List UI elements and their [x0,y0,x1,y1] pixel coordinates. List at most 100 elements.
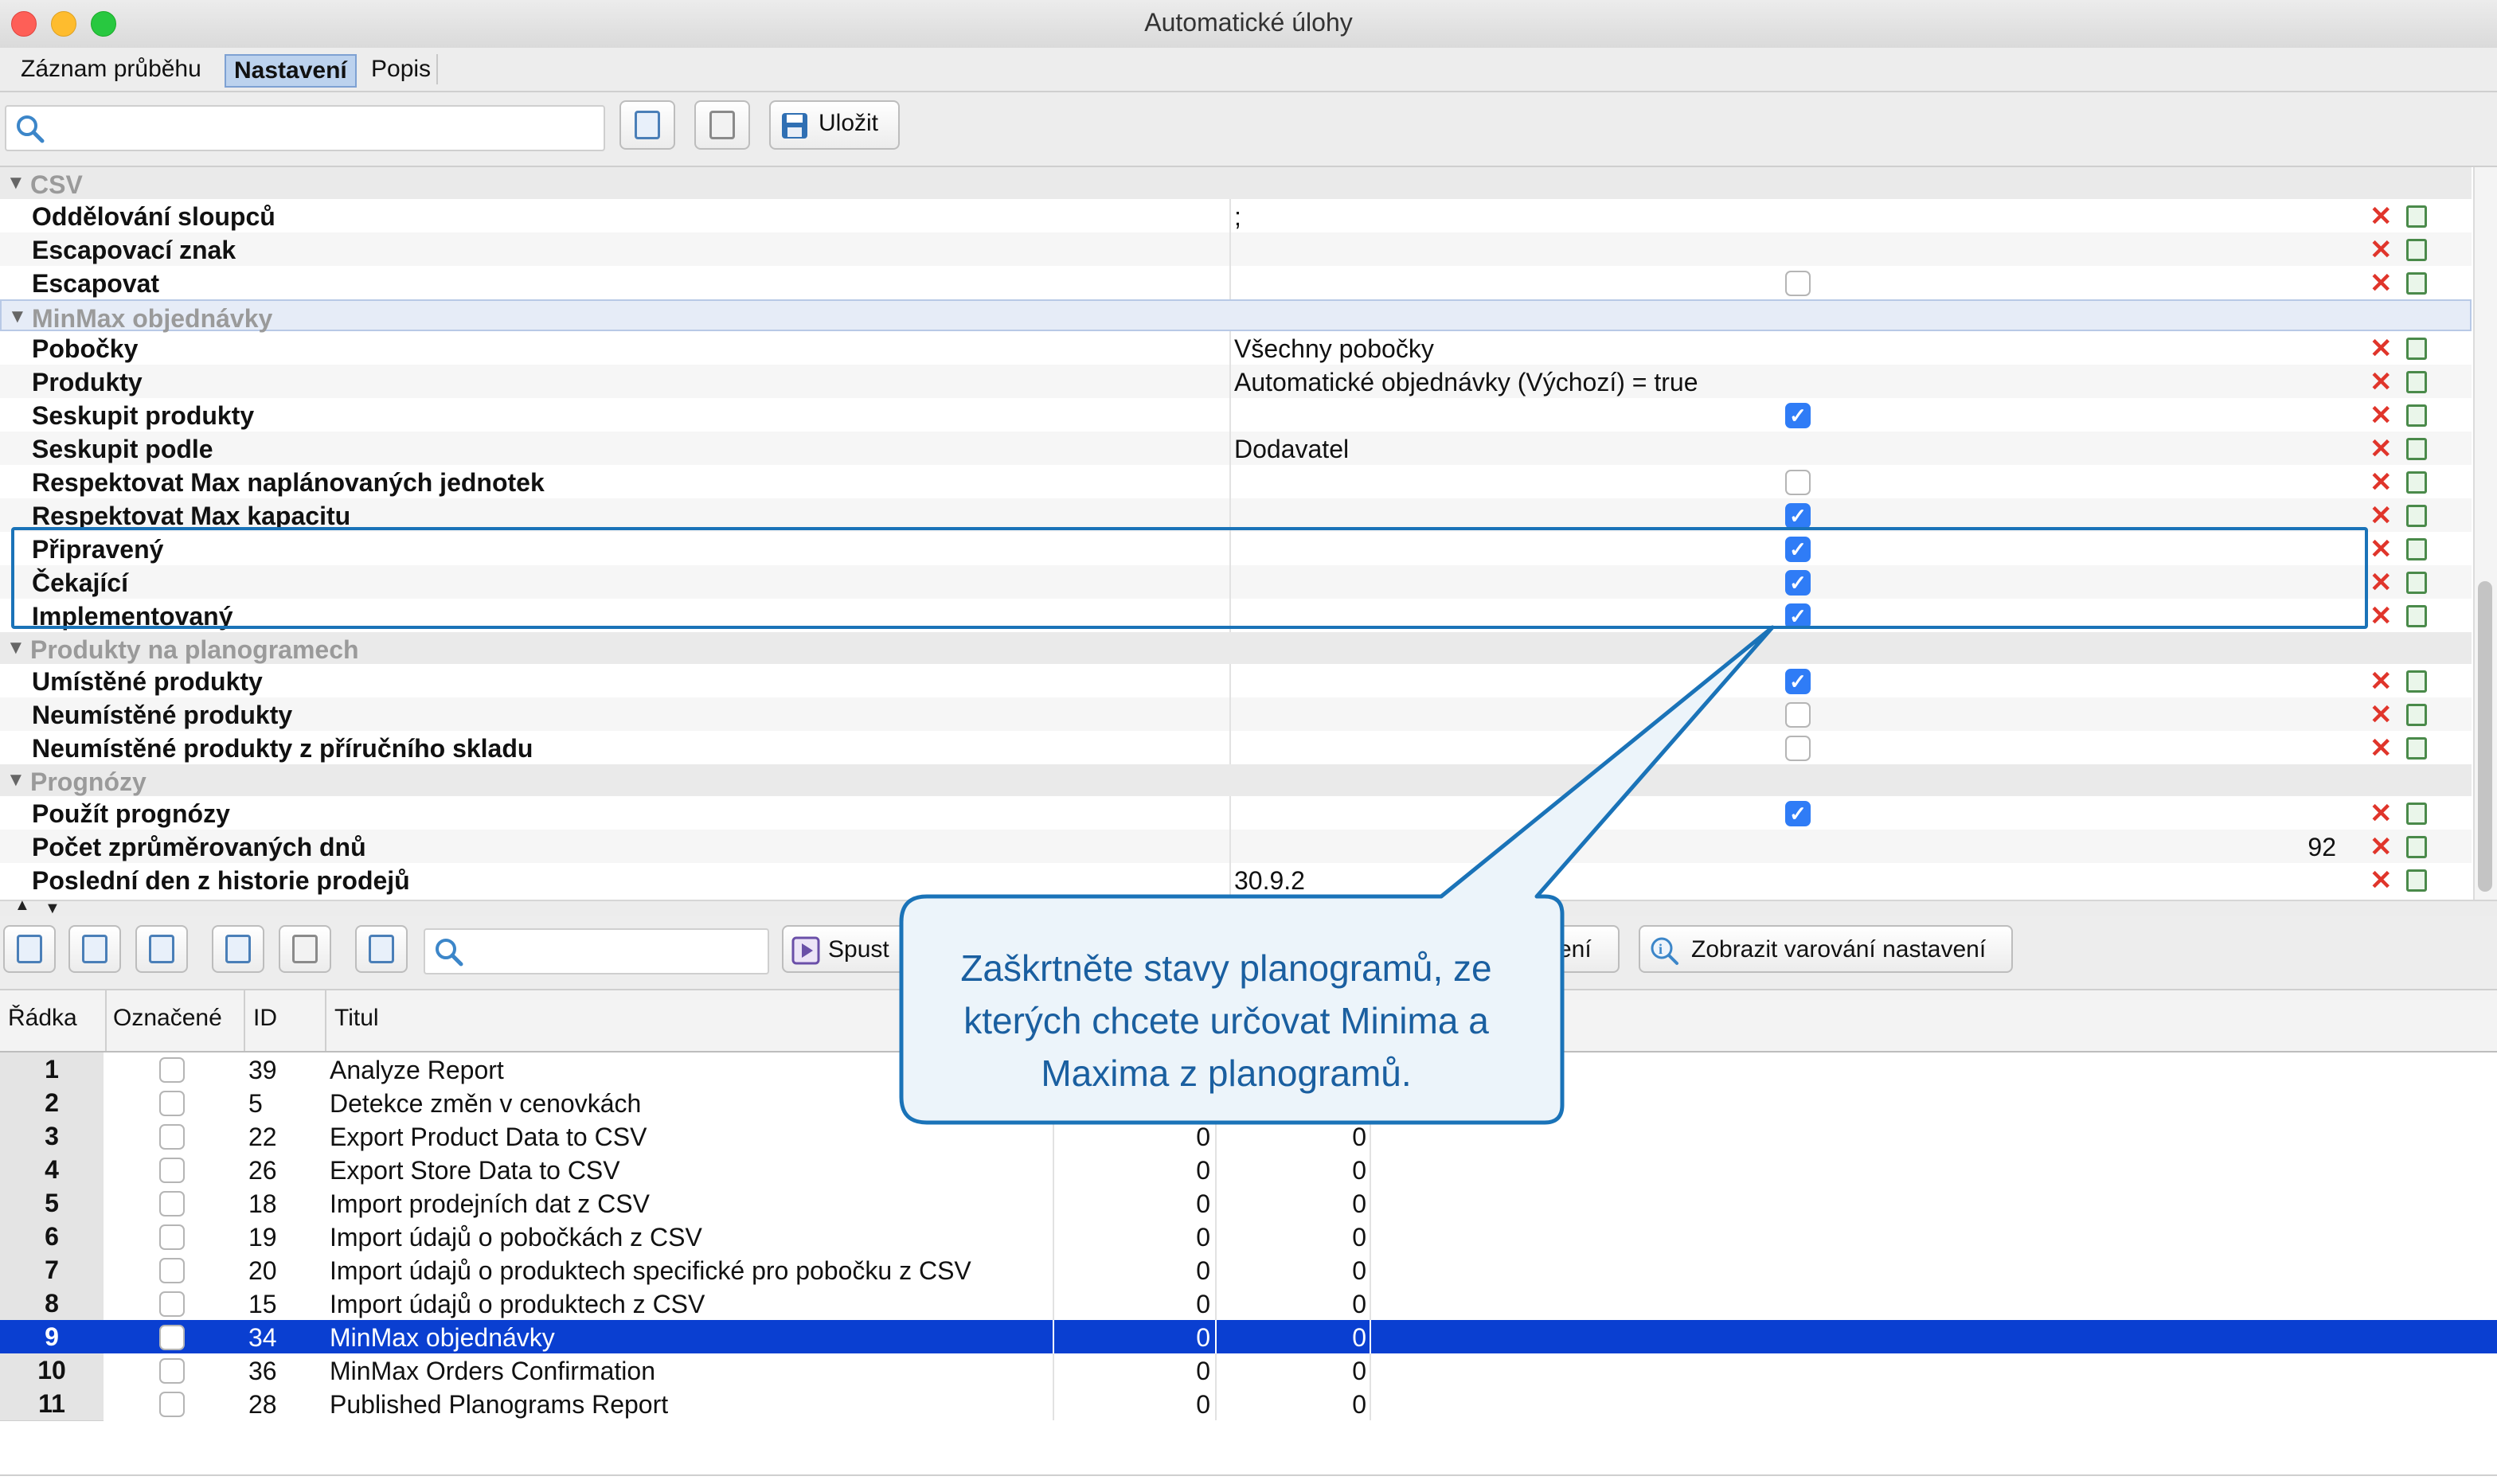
reset-icon[interactable]: ✕ [2370,433,2393,465]
copy-icon[interactable] [2406,670,2427,693]
save-button[interactable]: Uložit [769,100,900,150]
copy-icon[interactable] [2406,505,2427,527]
task-search-field[interactable] [424,928,769,974]
reset-icon[interactable]: ✕ [2370,201,2393,232]
tab-log[interactable]: Záznam průběhu [13,54,209,84]
row-checkbox[interactable] [159,1392,185,1417]
reset-icon[interactable]: ✕ [2370,699,2393,731]
table-row[interactable]: 8 15 Import údajů o produktech z CSV 0 0 [0,1287,2497,1321]
copy-icon[interactable] [2406,572,2427,594]
collapse-arrow-icon[interactable]: ▼ [8,306,27,328]
tab-settings[interactable]: Nastavení [225,54,357,88]
reset-icon[interactable]: ✕ [2370,333,2393,365]
column-header-id[interactable]: ID [253,1005,277,1032]
reset-icon[interactable]: ✕ [2370,865,2393,896]
check-all-button[interactable] [3,925,56,973]
collapse-arrow-icon[interactable]: ▼ [6,172,25,194]
property-checkbox[interactable]: ✓ [1785,801,1811,826]
reset-icon[interactable]: ✕ [2370,366,2393,398]
search-field[interactable] [5,105,605,151]
tab-description[interactable]: Popis [363,54,439,84]
expand-up-icon[interactable]: ▲ [14,896,30,915]
reset-icon[interactable]: ✕ [2370,798,2393,830]
table-row[interactable]: 10 36 MinMax Orders Confirmation 0 0 [0,1353,2497,1388]
table-row[interactable]: 4 26 Export Store Data to CSV 0 0 [0,1153,2497,1187]
copy-icon[interactable] [2406,737,2427,760]
column-header-marked[interactable]: Označené [113,1005,222,1032]
reset-icon[interactable]: ✕ [2370,567,2393,599]
row-checkbox[interactable] [159,1124,185,1150]
property-row[interactable]: Pobočky Všechny pobočky ✕ [0,331,2472,365]
table-row[interactable]: 5 18 Import prodejních dat z CSV 0 0 [0,1186,2497,1220]
uncheck-all-button[interactable] [68,925,121,973]
copy-icon[interactable] [2406,869,2427,892]
row-checkbox[interactable] [159,1358,185,1384]
row-checkbox[interactable] [159,1224,185,1250]
category-csv[interactable]: ▼ CSV [0,167,2472,199]
reset-icon[interactable]: ✕ [2370,600,2393,632]
property-value[interactable]: Dodavatel [1234,435,1349,464]
scrollbar-thumb[interactable] [2478,581,2492,892]
help-button[interactable] [135,925,188,973]
category-minmax[interactable]: ▼ MinMax objednávky [0,299,2472,333]
copy-icon[interactable] [2406,338,2427,360]
copy-settings-button[interactable] [619,100,675,150]
row-checkbox[interactable] [159,1325,185,1350]
reset-icon[interactable]: ✕ [2370,831,2393,863]
property-checkbox[interactable] [1785,470,1811,495]
property-row[interactable]: Seskupit produkty ✓ ✕ [0,398,2472,432]
table-row[interactable]: 11 28 Published Planograms Report 0 0 [0,1387,2497,1421]
column-header-row[interactable]: Řádka [8,1005,77,1032]
reset-icon[interactable]: ✕ [2370,234,2393,266]
row-checkbox[interactable] [159,1191,185,1216]
reset-icon[interactable]: ✕ [2370,666,2393,697]
copy-icon[interactable] [2406,538,2427,560]
copy-icon[interactable] [2406,803,2427,825]
row-checkbox[interactable] [159,1158,185,1183]
property-value[interactable]: 92 [2307,833,2336,862]
reset-icon[interactable]: ✕ [2370,732,2393,764]
table-row-selected[interactable]: 9 34 MinMax objednávky 0 0 [0,1320,2497,1354]
row-checkbox[interactable] [159,1057,185,1083]
collapse-arrow-icon[interactable]: ▼ [6,769,25,791]
property-value[interactable]: Všechny pobočky [1234,334,1434,364]
property-row[interactable]: Produkty Automatické objednávky (Výchozí… [0,365,2472,398]
table-row[interactable]: 7 20 Import údajů o produktech specifické … [0,1253,2497,1287]
reset-icon[interactable]: ✕ [2370,268,2393,299]
row-checkbox[interactable] [159,1258,185,1283]
copy-icon[interactable] [2406,272,2427,295]
property-row[interactable]: Seskupit podle Dodavatel ✕ [0,432,2472,465]
reset-icon[interactable]: ✕ [2370,533,2393,565]
reset-icon[interactable]: ✕ [2370,400,2393,432]
copy-icon[interactable] [2406,471,2427,494]
row-checkbox[interactable] [159,1091,185,1116]
copy-task-button[interactable] [212,925,264,973]
property-checkbox[interactable]: ✓ [1785,403,1811,428]
property-checkbox[interactable] [1785,271,1811,296]
copy-icon[interactable] [2406,438,2427,460]
paste-task-button[interactable] [279,925,331,973]
reset-icon[interactable]: ✕ [2370,467,2393,498]
property-row[interactable]: Escapovací znak ✕ [0,232,2472,266]
paste-settings-button[interactable] [694,100,750,150]
property-row[interactable]: Oddělování sloupců ; ✕ [0,199,2472,232]
copy-icon[interactable] [2406,836,2427,858]
table-row[interactable]: 6 19 Import údajů o pobočkách z CSV 0 0 [0,1220,2497,1254]
property-checkbox[interactable]: ✓ [1785,669,1811,694]
collapse-arrow-icon[interactable]: ▼ [6,637,25,659]
property-checkbox[interactable] [1785,702,1811,728]
property-checkbox[interactable] [1785,736,1811,761]
property-value[interactable]: ; [1234,202,1241,232]
clipboard-button[interactable] [355,925,408,973]
reset-icon[interactable]: ✕ [2370,500,2393,532]
copy-icon[interactable] [2406,605,2427,627]
copy-icon[interactable] [2406,704,2427,726]
copy-icon[interactable] [2406,205,2427,228]
property-row[interactable]: Escapovat ✕ [0,266,2472,299]
column-header-title[interactable]: Titul [334,1005,379,1032]
property-checkbox[interactable]: ✓ [1785,503,1811,529]
property-value[interactable]: Automatické objednávky (Výchozí) = true [1234,368,1698,397]
run-button[interactable]: Spust [782,925,909,973]
copy-icon[interactable] [2406,371,2427,393]
row-checkbox[interactable] [159,1291,185,1317]
